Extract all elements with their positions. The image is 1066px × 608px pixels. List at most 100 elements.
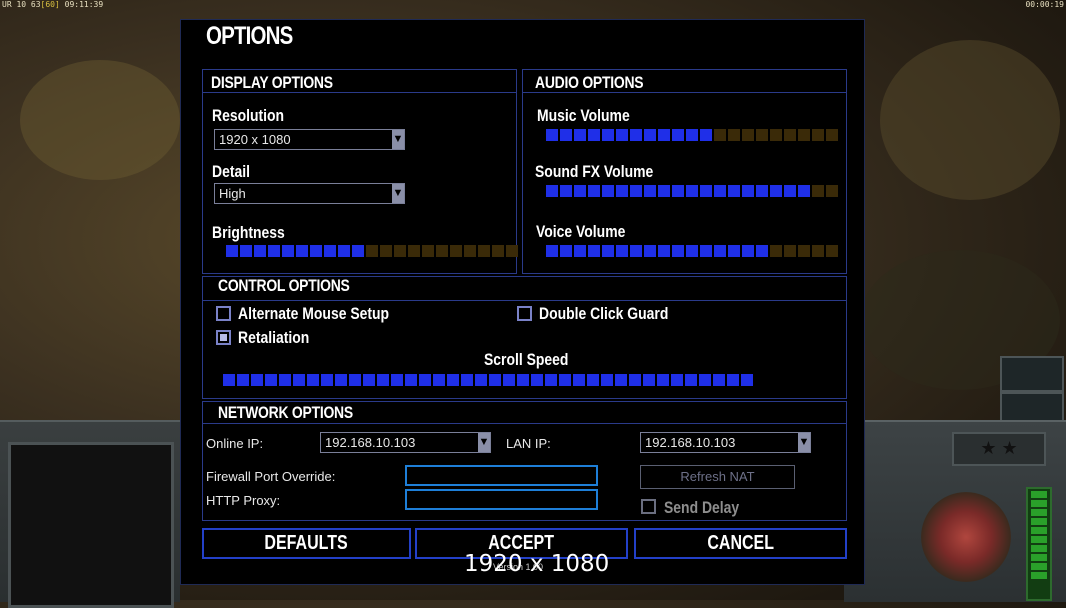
slider-segment[interactable] <box>588 245 600 257</box>
slider-segment[interactable] <box>671 374 683 386</box>
slider-segment[interactable] <box>321 374 333 386</box>
slider-segment[interactable] <box>254 245 266 257</box>
slider-segment[interactable] <box>616 245 628 257</box>
slider-segment[interactable] <box>282 245 294 257</box>
slider-segment[interactable] <box>560 185 572 197</box>
slider-segment[interactable] <box>560 245 572 257</box>
slider-segment[interactable] <box>686 245 698 257</box>
refresh-nat-button[interactable]: Refresh NAT <box>640 465 795 489</box>
slider-segment[interactable] <box>784 245 796 257</box>
slider-segment[interactable] <box>784 185 796 197</box>
slider-segment[interactable] <box>447 374 459 386</box>
slider-segment[interactable] <box>546 245 558 257</box>
slider-segment[interactable] <box>380 245 392 257</box>
unit-build-button[interactable] <box>1000 356 1064 392</box>
slider-segment[interactable] <box>756 129 768 141</box>
slider-segment[interactable] <box>408 245 420 257</box>
slider-segment[interactable] <box>251 374 263 386</box>
radar-minimap[interactable] <box>8 442 174 608</box>
slider-segment[interactable] <box>728 185 740 197</box>
slider-segment[interactable] <box>377 374 389 386</box>
slider-segment[interactable] <box>672 245 684 257</box>
online-ip-dropdown[interactable]: 192.168.10.103 ▼ <box>320 432 491 453</box>
slider-segment[interactable] <box>826 185 838 197</box>
slider-segment[interactable] <box>240 245 252 257</box>
slider-segment[interactable] <box>714 129 726 141</box>
slider-segment[interactable] <box>573 374 585 386</box>
slider-segment[interactable] <box>615 374 627 386</box>
alternate-mouse-checkbox[interactable] <box>216 306 231 321</box>
slider-segment[interactable] <box>226 245 238 257</box>
slider-segment[interactable] <box>601 374 613 386</box>
slider-segment[interactable] <box>363 374 375 386</box>
slider-segment[interactable] <box>798 185 810 197</box>
slider-segment[interactable] <box>700 185 712 197</box>
slider-segment[interactable] <box>506 245 518 257</box>
slider-segment[interactable] <box>700 129 712 141</box>
slider-segment[interactable] <box>727 374 739 386</box>
slider-segment[interactable] <box>770 129 782 141</box>
slider-segment[interactable] <box>503 374 515 386</box>
http-proxy-input[interactable] <box>405 489 598 510</box>
slider-segment[interactable] <box>422 245 434 257</box>
slider-segment[interactable] <box>742 245 754 257</box>
slider-segment[interactable] <box>574 185 586 197</box>
slider-segment[interactable] <box>630 185 642 197</box>
slider-segment[interactable] <box>714 185 726 197</box>
slider-segment[interactable] <box>658 185 670 197</box>
slider-segment[interactable] <box>419 374 431 386</box>
detail-dropdown[interactable]: High ▼ <box>214 183 405 204</box>
slider-segment[interactable] <box>349 374 361 386</box>
slider-segment[interactable] <box>685 374 697 386</box>
double-click-guard-checkbox[interactable] <box>517 306 532 321</box>
slider-segment[interactable] <box>546 129 558 141</box>
slider-segment[interactable] <box>366 245 378 257</box>
slider-segment[interactable] <box>644 185 656 197</box>
slider-segment[interactable] <box>489 374 501 386</box>
slider-segment[interactable] <box>672 129 684 141</box>
slider-segment[interactable] <box>826 129 838 141</box>
slider-segment[interactable] <box>307 374 319 386</box>
voice-volume-slider[interactable] <box>546 245 838 257</box>
resolution-dropdown[interactable]: 1920 x 1080 ▼ <box>214 129 405 150</box>
slider-segment[interactable] <box>616 185 628 197</box>
slider-segment[interactable] <box>588 129 600 141</box>
slider-segment[interactable] <box>268 245 280 257</box>
slider-segment[interactable] <box>742 185 754 197</box>
slider-segment[interactable] <box>279 374 291 386</box>
slider-segment[interactable] <box>644 245 656 257</box>
slider-segment[interactable] <box>826 245 838 257</box>
slider-segment[interactable] <box>630 129 642 141</box>
slider-segment[interactable] <box>812 129 824 141</box>
slider-segment[interactable] <box>531 374 543 386</box>
slider-segment[interactable] <box>658 245 670 257</box>
slider-segment[interactable] <box>588 185 600 197</box>
slider-segment[interactable] <box>770 185 782 197</box>
slider-segment[interactable] <box>310 245 322 257</box>
slider-segment[interactable] <box>657 374 669 386</box>
slider-segment[interactable] <box>812 245 824 257</box>
slider-segment[interactable] <box>630 245 642 257</box>
slider-segment[interactable] <box>293 374 305 386</box>
slider-segment[interactable] <box>559 374 571 386</box>
slider-segment[interactable] <box>756 185 768 197</box>
lan-ip-dropdown[interactable]: 192.168.10.103 ▼ <box>640 432 811 453</box>
slider-segment[interactable] <box>394 245 406 257</box>
slider-segment[interactable] <box>436 245 448 257</box>
scroll-speed-slider[interactable] <box>223 374 753 386</box>
slider-segment[interactable] <box>686 185 698 197</box>
retaliation-checkbox[interactable] <box>216 330 231 345</box>
slider-segment[interactable] <box>798 245 810 257</box>
slider-segment[interactable] <box>812 185 824 197</box>
slider-segment[interactable] <box>713 374 725 386</box>
slider-segment[interactable] <box>405 374 417 386</box>
slider-segment[interactable] <box>223 374 235 386</box>
music-volume-slider[interactable] <box>546 129 838 141</box>
slider-segment[interactable] <box>728 129 740 141</box>
slider-segment[interactable] <box>686 129 698 141</box>
slider-segment[interactable] <box>324 245 336 257</box>
slider-segment[interactable] <box>643 374 655 386</box>
slider-segment[interactable] <box>492 245 504 257</box>
slider-segment[interactable] <box>478 245 490 257</box>
slider-segment[interactable] <box>546 185 558 197</box>
